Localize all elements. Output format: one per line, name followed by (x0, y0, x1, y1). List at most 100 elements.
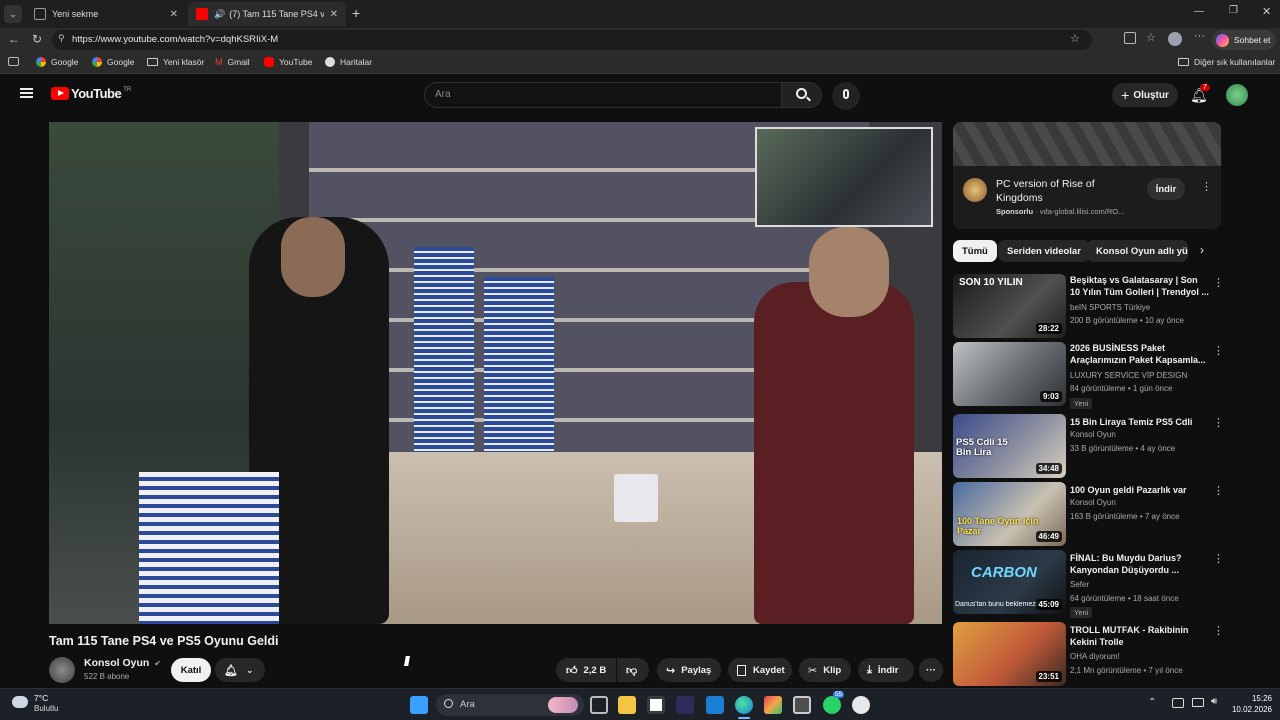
tab-new-tab[interactable]: Yeni sekme ✕ (26, 2, 186, 26)
thumbs-up-icon: 👍︎ (566, 664, 578, 677)
chatgpt-icon[interactable] (852, 696, 870, 714)
site-info-icon[interactable]: ⚲ (58, 33, 65, 44)
video-menu-icon[interactable]: ⋮ (1213, 624, 1224, 637)
recommendation-item[interactable]: 23:51 TROLL MUTFAK - Rakibinin Kekini Tr… (953, 622, 1224, 686)
copilot-icon (1216, 33, 1229, 47)
file-explorer-icon[interactable] (618, 696, 636, 714)
recommendation-item[interactable]: 100 Tane Oyun için Pazar 46:49 100 Oyun … (953, 482, 1224, 546)
google-icon (36, 57, 46, 67)
dislike-button[interactable]: 👎︎ (617, 658, 649, 682)
clock[interactable]: 15:26 10.02.2026 (1226, 693, 1272, 715)
video-title: Tam 115 Tane PS4 ve PS5 Oyunu Geldi (49, 634, 279, 648)
share-icon: ↪ (666, 664, 676, 677)
taskbar-search[interactable]: Ara (436, 694, 584, 716)
like-button[interactable]: 👍︎ 2,2 B (556, 658, 616, 682)
bookmark-youtube[interactable]: YouTube (264, 57, 312, 67)
mail-icon[interactable] (706, 696, 724, 714)
video-menu-icon[interactable]: ⋮ (1213, 416, 1224, 429)
search-button[interactable] (782, 82, 822, 108)
hamburger-menu-icon[interactable] (20, 88, 33, 98)
chips-next-chevron-icon[interactable]: › (1200, 243, 1204, 257)
notifications-button[interactable]: 🔔︎ 7 (1190, 84, 1210, 105)
volume-icon[interactable]: 🔊︎ (1211, 696, 1217, 707)
windows-start-icon[interactable] (410, 696, 428, 714)
save-button[interactable]: Kaydet (728, 658, 792, 682)
bell-icon: 🔔︎ (224, 664, 238, 677)
active-app-indicator (738, 717, 750, 719)
bookmark-folder[interactable]: Yeni klasör (147, 57, 204, 67)
close-tab-icon[interactable]: ✕ (330, 9, 338, 20)
youtube-play-icon (51, 87, 69, 100)
chip-all[interactable]: Tümü (953, 240, 997, 262)
browser-tab-bar: ⌄ Yeni sekme ✕ 🔊 (7) Tam 115 Tane PS4 ve… (0, 0, 1280, 28)
terminal-app-icon[interactable] (793, 696, 811, 714)
video-menu-icon[interactable]: ⋮ (1213, 344, 1224, 357)
tab-youtube-video[interactable]: 🔊 (7) Tam 115 Tane PS4 ve PS5 Oyunu Geld… (188, 2, 346, 26)
video-menu-icon[interactable]: ⋮ (1213, 484, 1224, 497)
close-tab-icon[interactable]: ✕ (170, 9, 178, 20)
sponsored-ad-card[interactable]: PC version of Rise of Kingdoms Sponsorlu… (953, 122, 1221, 229)
video-thumbnail: SON 10 YILIN 28:22 (953, 274, 1066, 338)
channel-avatar[interactable] (49, 657, 75, 683)
bookmark-maps[interactable]: Haritalar (325, 57, 372, 67)
store-icon[interactable] (647, 696, 665, 714)
more-actions-button[interactable]: ··· (919, 658, 943, 682)
network-icon[interactable] (1172, 698, 1184, 708)
maximize-button[interactable]: ❐ (1229, 5, 1238, 16)
close-window-button[interactable]: ✕ (1262, 5, 1271, 18)
chip-channel-uploads[interactable]: Konsol Oyun adlı yükl (1087, 240, 1188, 262)
recommendation-item[interactable]: CARBON Darius'tan bunu beklemezdi 45:09 … (953, 550, 1224, 618)
browser-menu-icon[interactable]: ··· (1194, 30, 1205, 42)
youtube-icon (264, 57, 274, 67)
new-badge: Yeni (1070, 607, 1093, 618)
bookmark-google[interactable]: Google (36, 57, 78, 67)
video-menu-icon[interactable]: ⋮ (1213, 552, 1224, 565)
person-right (754, 282, 914, 624)
download-button[interactable]: ⤓ İndir (858, 658, 914, 682)
share-button[interactable]: ↪ Paylaş (657, 658, 721, 682)
minimize-button[interactable]: — (1194, 6, 1204, 17)
copilot-chat-button[interactable]: Sohbet et (1212, 30, 1276, 50)
show-hidden-icons-chevron-icon[interactable]: ⌃ (1148, 697, 1156, 708)
whatsapp-icon[interactable]: 55 (823, 691, 845, 714)
chip-series-videos[interactable]: Seriden videolar (998, 240, 1090, 262)
ad-menu-icon[interactable]: ⋮ (1201, 180, 1212, 193)
video-menu-icon[interactable]: ⋮ (1213, 276, 1224, 289)
create-button[interactable]: + Oluştur (1112, 83, 1178, 107)
recommendation-item[interactable]: SON 10 YILIN 28:22 Beşiktaş vs Galatasar… (953, 274, 1224, 338)
voice-search-button[interactable] (832, 82, 860, 110)
edge-browser-icon[interactable] (735, 696, 753, 714)
tab-actions-button[interactable]: ⌄ (4, 5, 22, 23)
reading-view-icon[interactable] (8, 57, 19, 66)
display-icon[interactable] (1192, 698, 1204, 707)
bookmark-gmail[interactable]: M Gmail (215, 57, 250, 67)
new-tab-button[interactable]: + (352, 5, 360, 21)
video-player[interactable] (49, 122, 942, 624)
ad-download-button[interactable]: İndir (1147, 178, 1185, 200)
bookmark-google-2[interactable]: Google (92, 57, 134, 67)
recommendation-item[interactable]: 9:03 2026 BUSİNESS Paket Araçlarımızın P… (953, 342, 1224, 409)
back-arrow-icon[interactable]: ← (8, 32, 20, 46)
audio-playing-icon[interactable]: 🔊 (214, 9, 225, 20)
extensions-icon[interactable] (1124, 32, 1136, 44)
favorites-icon[interactable]: ☆ (1146, 31, 1156, 44)
task-view-icon[interactable] (590, 696, 608, 714)
search-input[interactable]: Ara (424, 82, 782, 108)
game-app-icon[interactable] (676, 696, 694, 714)
clip-button[interactable]: ✂ Klip (799, 658, 851, 682)
search-icon (444, 699, 453, 708)
channel-name[interactable]: Konsol Oyun ✔ (84, 657, 161, 669)
account-avatar[interactable] (1226, 84, 1248, 106)
url-field[interactable]: ⚲ https://www.youtube.com/watch?v=dqhKSR… (52, 30, 1092, 50)
photos-app-icon[interactable] (764, 696, 782, 714)
profile-avatar[interactable] (1168, 32, 1182, 46)
join-button[interactable]: Katıl (171, 658, 211, 682)
youtube-logo[interactable]: YouTube TR (51, 86, 131, 101)
favorite-star-icon[interactable]: ☆ (1070, 32, 1080, 45)
other-favorites-folder[interactable]: Diğer sık kullanılanlar (1178, 57, 1275, 67)
refresh-icon[interactable]: ↻ (32, 32, 42, 46)
recommendation-item[interactable]: PS5 Cdli 15 Bin Lira 34:48 15 Bin Liraya… (953, 414, 1224, 478)
weather-widget[interactable]: 7°C Bulutlu (12, 693, 82, 717)
subscription-bell-button[interactable]: 🔔︎ ⌄ (215, 658, 265, 682)
video-thumbnail: CARBON Darius'tan bunu beklemezdi 45:09 (953, 550, 1066, 614)
